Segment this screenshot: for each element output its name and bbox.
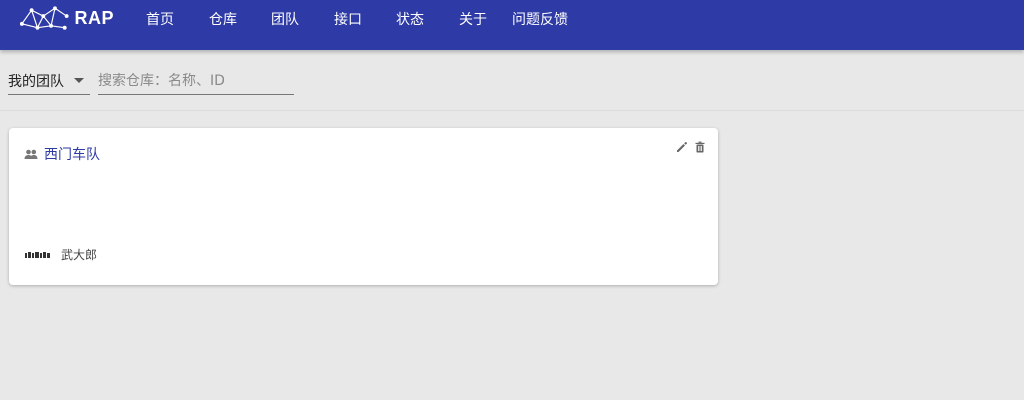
- chevron-down-icon: [74, 78, 84, 83]
- brand-name: RAP: [74, 7, 114, 28]
- group-icon: [24, 149, 38, 159]
- nav-status[interactable]: 状态: [396, 9, 424, 29]
- search-input[interactable]: [98, 68, 294, 95]
- nav-team[interactable]: 团队: [271, 9, 299, 29]
- rap-logo[interactable]: RAP: [18, 2, 114, 34]
- team-filter-select[interactable]: 我的团队: [8, 68, 90, 95]
- top-navbar: RAP 首页 仓库 团队 接口 状态 关于 问题反馈: [0, 0, 1024, 50]
- nav-repository[interactable]: 仓库: [209, 9, 237, 29]
- nav-about[interactable]: 关于: [459, 9, 487, 29]
- member-row: 武大郎: [25, 246, 97, 263]
- member-name: 武大郎: [61, 248, 98, 262]
- team-filter-label: 我的团队: [8, 74, 64, 90]
- network-logo-icon: [19, 6, 69, 30]
- team-card: 西门车队 武大郎: [9, 128, 718, 285]
- nav-home[interactable]: 首页: [146, 9, 174, 29]
- team-name-link[interactable]: 西门车队: [44, 144, 100, 164]
- trash-icon[interactable]: [694, 138, 706, 153]
- nav-feedback[interactable]: 问题反馈: [512, 9, 568, 29]
- nav-interface[interactable]: 接口: [334, 9, 362, 29]
- team-card-actions: [676, 138, 706, 153]
- filter-toolbar: 我的团队: [0, 50, 1024, 111]
- team-card-header: 西门车队: [24, 144, 100, 164]
- pencil-icon[interactable]: [676, 138, 688, 152]
- avatar: [25, 251, 50, 258]
